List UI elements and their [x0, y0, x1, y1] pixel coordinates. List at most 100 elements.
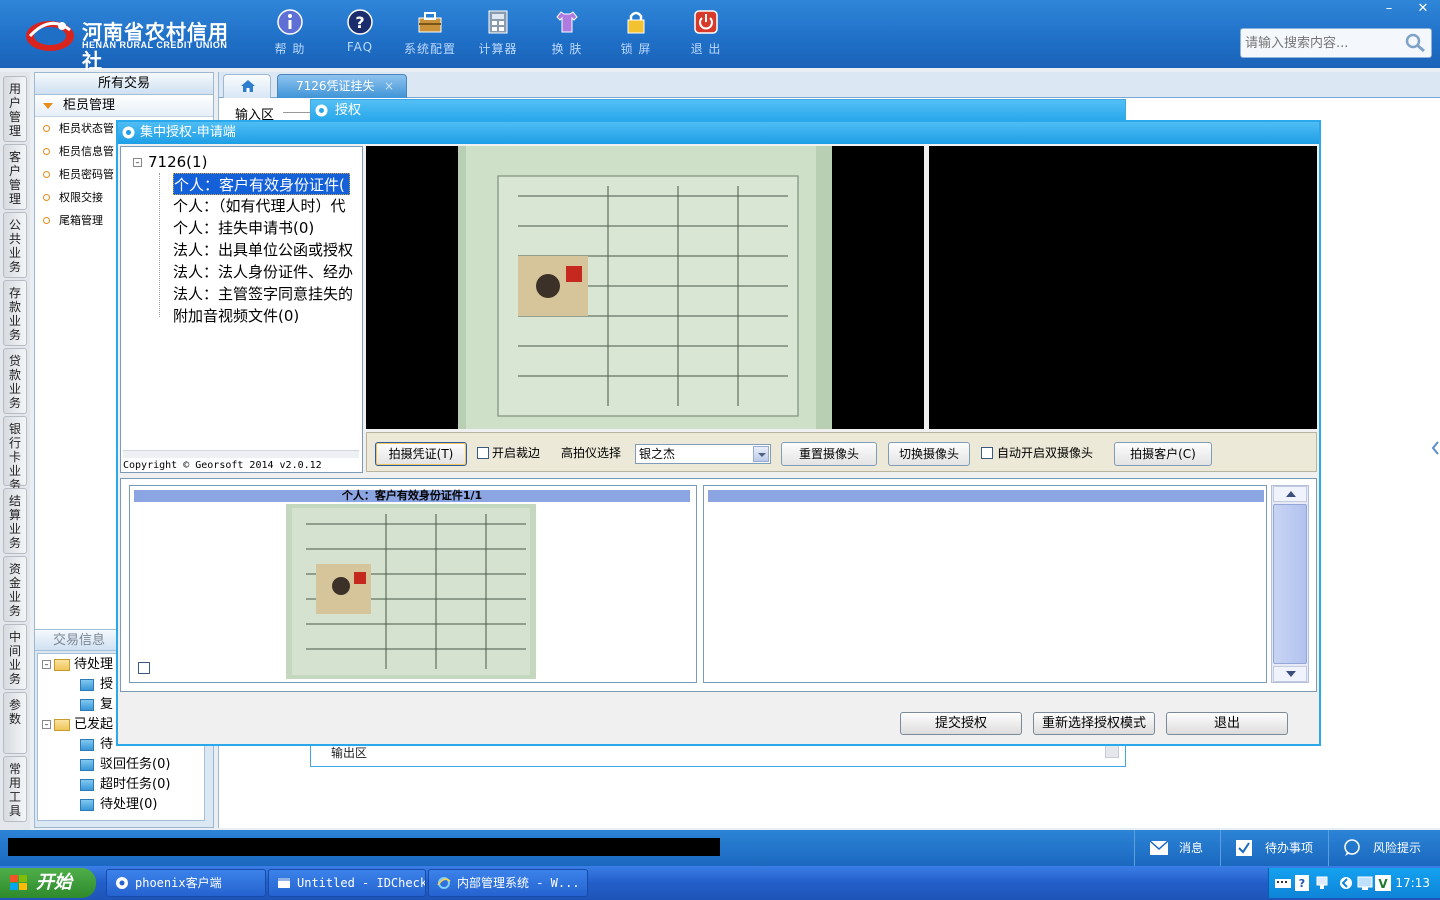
bullet-icon: [43, 194, 50, 201]
vtab-deposit-business[interactable]: 存款业务: [3, 280, 27, 346]
thumbnail-scrollbar[interactable]: [1271, 485, 1309, 683]
tree-item-legal-id[interactable]: 法人：法人身份证件、经办: [173, 261, 353, 283]
window-icon: [278, 878, 290, 888]
collapse-icon[interactable]: –: [42, 660, 51, 669]
folder-icon: [80, 738, 94, 751]
search-icon[interactable]: [1403, 32, 1427, 54]
tree-item-media-files[interactable]: 附加音视频文件(0): [173, 305, 299, 327]
camera-controls: 拍摄凭证(T) 开启裁边 高拍仪选择 银之杰 重置摄像头 切换摄像头 自动开启双…: [366, 432, 1317, 472]
sidebar-group-teller-management[interactable]: 柜员管理: [35, 95, 213, 117]
taskbar-item-phoenix[interactable]: phoenix客户端: [106, 869, 266, 897]
collapse-icon[interactable]: –: [42, 720, 51, 729]
vertical-tab-bar: 用户管理 客户管理 公共业务 存款业务 贷款业务 银行卡业务 结算业务 资金业务…: [0, 72, 30, 830]
capture-customer-button[interactable]: 拍摄客户(C): [1114, 442, 1212, 466]
scanner-select[interactable]: 银之杰: [635, 444, 771, 464]
speech-bubble-icon: [1344, 839, 1360, 856]
scroll-up-icon[interactable]: [1273, 486, 1307, 502]
risk-alert-button[interactable]: 风险提示: [1328, 830, 1440, 866]
app-gear-icon: [116, 877, 128, 889]
tree-horizontal-scrollbar[interactable]: [123, 450, 359, 458]
network-tray-icon[interactable]: [1315, 875, 1329, 891]
search-input[interactable]: [1245, 34, 1403, 52]
vtab-intermediary-business[interactable]: 中间业务: [3, 624, 27, 690]
logo-mark-icon: [26, 21, 74, 51]
skin-button[interactable]: 换 肤: [537, 8, 597, 60]
reselect-mode-button[interactable]: 重新选择授权模式: [1033, 712, 1155, 735]
tab-voucher-loss[interactable]: 7126凭证挂失 ×: [277, 74, 407, 98]
messages-button[interactable]: 消息: [1134, 830, 1230, 866]
reset-camera-button[interactable]: 重置摄像头: [781, 442, 877, 466]
status-bar: 消息 待办事项 风险提示: [0, 830, 1440, 866]
auto-crop-checkbox[interactable]: [477, 447, 489, 459]
monitor-tray-icon[interactable]: [1357, 875, 1373, 891]
vtab-parameters[interactable]: 参数: [3, 692, 27, 754]
faq-label: FAQ: [346, 40, 374, 54]
exit-button[interactable]: 退出: [1166, 712, 1288, 735]
taskbar-item-idcheck[interactable]: Untitled - IDCheck: [268, 869, 426, 897]
system-config-button[interactable]: 系统配置: [400, 8, 460, 60]
capture-voucher-button[interactable]: 拍摄凭证(T): [375, 442, 467, 466]
taskbar-item-browser[interactable]: 内部管理系统 - W...: [428, 869, 588, 897]
start-button[interactable]: 开始: [0, 868, 96, 898]
minimize-window-button[interactable]: –: [1372, 0, 1406, 18]
lock-screen-label: 锁 屏: [620, 42, 652, 56]
expand-arrow-icon: [43, 103, 53, 109]
tree-node-timeout[interactable]: 超时任务(0): [80, 776, 170, 794]
tree-node-initiated-child[interactable]: 待: [80, 736, 113, 754]
lock-screen-button[interactable]: 锁 屏: [606, 8, 666, 60]
tree-root-node[interactable]: –7126(1): [133, 151, 207, 173]
tree-item-company-letter[interactable]: 法人：出具单位公函或授权: [173, 239, 353, 261]
collapse-icon[interactable]: –: [133, 158, 142, 167]
v-tray-icon[interactable]: V: [1375, 875, 1391, 891]
camera-preview-customer: [929, 146, 1317, 429]
dual-camera-checkbox[interactable]: [981, 447, 993, 459]
tree-node-pending-child[interactable]: 授: [80, 676, 113, 694]
shirt-icon: [556, 11, 578, 33]
app-header: 河南省农村信用社 HENAN RURAL CREDIT UNION 帮 助 ? …: [0, 0, 1440, 73]
chevron-down-icon[interactable]: [753, 446, 769, 462]
power-icon: [694, 10, 718, 34]
vtab-user-management[interactable]: 用户管理: [3, 76, 27, 142]
tab-home[interactable]: [223, 74, 271, 98]
keyboard-icon[interactable]: [1275, 876, 1291, 890]
search-box[interactable]: [1240, 28, 1432, 58]
vtab-fund-business[interactable]: 资金业务: [3, 556, 27, 622]
vtab-bank-card-business[interactable]: 银行卡业务: [3, 416, 27, 492]
tree-item-agent-document[interactable]: 个人：（如有代理人时）代: [173, 195, 346, 217]
vtab-public-business[interactable]: 公共业务: [3, 212, 27, 278]
help-tray-icon[interactable]: ?: [1295, 875, 1309, 891]
tree-node-pending-child[interactable]: 复: [80, 696, 113, 714]
tree-node-rejected[interactable]: 驳回任务(0): [80, 756, 170, 774]
scroll-down-icon[interactable]: [1273, 666, 1307, 682]
folder-icon: [80, 778, 94, 791]
faq-button[interactable]: ? FAQ: [330, 8, 390, 60]
help-button[interactable]: 帮 助: [260, 8, 320, 60]
thumbnail-select-checkbox[interactable]: [138, 662, 150, 674]
gear-icon: [122, 126, 135, 139]
calculator-button[interactable]: 计算器: [468, 8, 528, 60]
close-tab-icon[interactable]: ×: [384, 75, 394, 97]
bullet-icon: [43, 125, 50, 132]
document-photo-preview: [458, 146, 832, 429]
vtab-customer-management[interactable]: 客户管理: [3, 144, 27, 210]
logout-button[interactable]: 退 出: [676, 8, 736, 60]
collapse-panel-icon[interactable]: [1430, 436, 1440, 460]
tree-item-loss-application[interactable]: 个人：挂失申请书(0): [173, 217, 314, 239]
info-icon: [277, 9, 303, 35]
vtab-common-tools[interactable]: 常用工具: [3, 756, 27, 822]
tree-node-to-process[interactable]: 待处理(0): [80, 796, 157, 814]
switch-camera-button[interactable]: 切换摄像头: [888, 442, 970, 466]
vtab-settlement-business[interactable]: 结算业务: [3, 488, 27, 554]
todo-button[interactable]: 待办事项: [1220, 830, 1328, 866]
tree-node-initiated[interactable]: – 已发起: [42, 716, 113, 734]
scrollbar-thumb[interactable]: [1273, 504, 1307, 664]
os-taskbar: 开始 phoenix客户端 Untitled - IDCheck 内部管理系统 …: [0, 866, 1440, 900]
tree-node-pending[interactable]: – 待处理: [42, 656, 113, 674]
close-window-button[interactable]: ✕: [1406, 0, 1440, 18]
vtab-loan-business[interactable]: 贷款业务: [3, 348, 27, 414]
submit-authorization-button[interactable]: 提交授权: [900, 712, 1022, 735]
tree-item-supervisor-consent[interactable]: 法人：主管签字同意挂失的: [173, 283, 353, 305]
thumbnail-card[interactable]: 个人：客户有效身份证件1/1: [129, 485, 697, 683]
tree-item-id-document[interactable]: 个人：客户有效身份证件(: [173, 173, 350, 195]
chevron-left-icon[interactable]: [1339, 876, 1353, 890]
